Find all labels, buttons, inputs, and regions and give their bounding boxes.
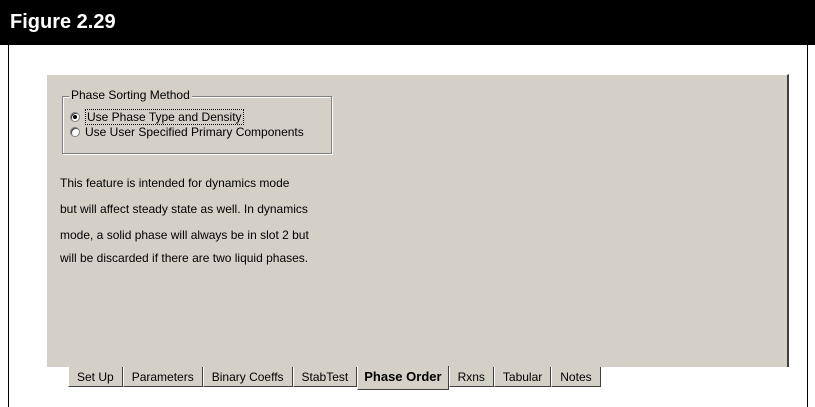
radio-use-user-specified-primary-components[interactable]: Use User Specified Primary Components	[70, 124, 304, 139]
tab-binary-coeffs[interactable]: Binary Coeffs	[202, 367, 293, 387]
radio-label-use-phase-type-and-density[interactable]: Use Phase Type and Density	[85, 108, 244, 125]
tab-rxns[interactable]: Rxns	[448, 367, 494, 387]
tab-phase-order[interactable]: Phase Order	[357, 366, 449, 390]
description-line-2: but will affect steady state as well. In…	[60, 202, 308, 216]
tab-baseline-right	[640, 367, 789, 368]
radio-label-use-user-specified-primary-components[interactable]: Use User Specified Primary Components	[85, 125, 304, 139]
radio-use-phase-type-and-density[interactable]: Use Phase Type and Density	[70, 108, 244, 125]
description-line-1: This feature is intended for dynamics mo…	[60, 176, 290, 190]
tab-tabular[interactable]: Tabular	[493, 367, 552, 387]
radio-button-unchecked-icon[interactable]	[70, 126, 80, 137]
description-line-4: will be discarded if there are two liqui…	[60, 251, 309, 265]
radio-button-checked-icon[interactable]	[70, 111, 80, 122]
tab-stabtest[interactable]: StabTest	[292, 367, 358, 387]
phase-sorting-group-label: Phase Sorting Method	[69, 88, 192, 103]
tab-strip: Set Up Parameters Binary Coeffs StabTest…	[68, 366, 601, 391]
tab-set-up[interactable]: Set Up	[68, 367, 123, 387]
figure-title: Figure 2.29	[10, 11, 116, 33]
tab-notes[interactable]: Notes	[551, 367, 601, 387]
description-line-3: mode, a solid phase will always be in sl…	[60, 228, 309, 242]
figure-header: Figure 2.29	[0, 0, 815, 45]
tab-parameters[interactable]: Parameters	[122, 367, 203, 387]
tab-baseline-left	[46, 367, 68, 368]
